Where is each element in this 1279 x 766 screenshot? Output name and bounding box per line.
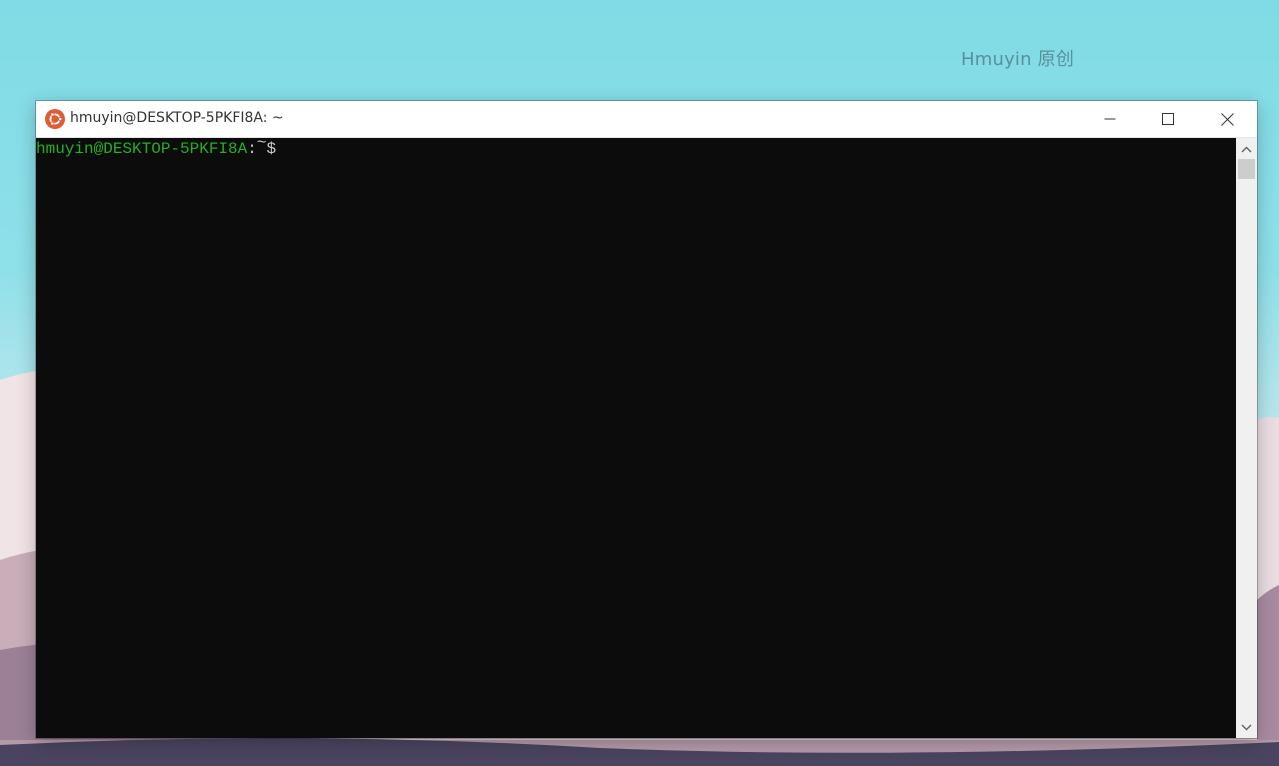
scrollbar-thumb[interactable] xyxy=(1238,159,1255,179)
prompt-user-host: hmuyin@DESKTOP-5PKFI8A xyxy=(36,140,248,158)
vertical-scrollbar[interactable] xyxy=(1236,138,1257,738)
maximize-button[interactable] xyxy=(1139,101,1197,137)
prompt-colon: : xyxy=(247,140,257,158)
close-icon xyxy=(1220,112,1234,126)
scroll-down-button[interactable] xyxy=(1236,718,1257,736)
prompt-line: hmuyin@DESKTOP-5PKFI8A:~$ xyxy=(36,134,286,160)
window-title: hmuyin@DESKTOP-5PKFI8A: ~ xyxy=(70,110,284,126)
prompt-symbol: $ xyxy=(266,140,286,158)
terminal-output[interactable]: hmuyin@DESKTOP-5PKFI8A:~$ xyxy=(36,134,1236,738)
close-button[interactable] xyxy=(1198,101,1256,137)
watermark-text: Hmuyin 原创 xyxy=(961,49,1075,70)
terminal-window[interactable]: hmuyin@DESKTOP-5PKFI8A: ~ hmuyin@DESKTOP… xyxy=(36,101,1257,738)
chevron-up-icon xyxy=(1241,146,1252,152)
minimize-button[interactable] xyxy=(1081,101,1139,137)
maximize-icon xyxy=(1162,113,1174,125)
prompt-cwd: ~ xyxy=(256,134,267,152)
chevron-down-icon xyxy=(1241,724,1252,730)
ubuntu-icon[interactable] xyxy=(45,109,65,129)
scroll-up-button[interactable] xyxy=(1236,140,1257,158)
minimize-icon xyxy=(1104,118,1116,120)
window-titlebar[interactable]: hmuyin@DESKTOP-5PKFI8A: ~ xyxy=(36,101,1257,138)
